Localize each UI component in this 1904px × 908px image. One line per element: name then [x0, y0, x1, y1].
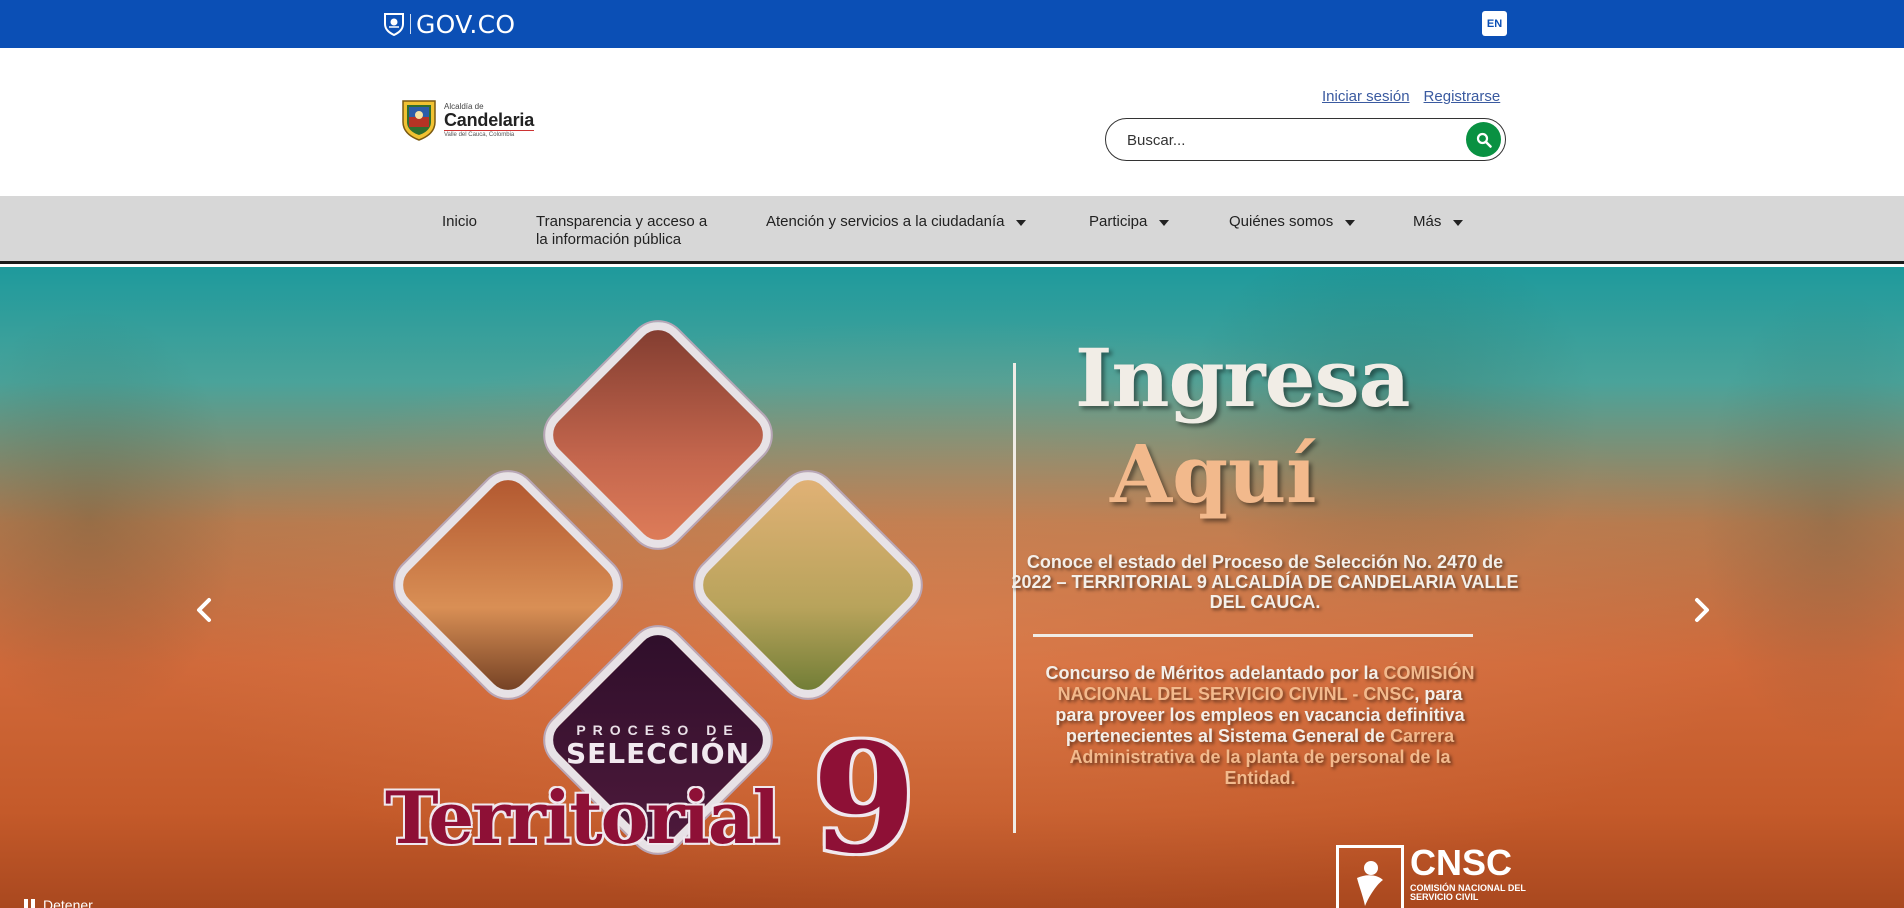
caret-down-icon	[1016, 220, 1027, 226]
territorial-label: Territorial	[385, 775, 780, 860]
nav-item-participa[interactable]: Participa	[1089, 213, 1170, 231]
nav-item-label: Transparencia y acceso a la información …	[536, 213, 708, 248]
chevron-left-icon[interactable]	[190, 595, 220, 625]
nav-item-label: Atención y servicios a la ciudadanía	[766, 213, 1005, 230]
pause-label: Detener	[43, 897, 93, 908]
search-button[interactable]	[1466, 122, 1501, 157]
nav-item-label: Participa	[1089, 213, 1148, 230]
nav-item-label: Quiénes somos	[1229, 213, 1334, 230]
main-navigation: Inicio Transparencia y acceso a la infor…	[0, 196, 1904, 264]
logo-line-2: Candelaria	[444, 109, 535, 130]
pause-icon	[24, 898, 35, 908]
cnsc-emblem-icon	[1336, 845, 1404, 908]
contest-info-part-1: Concurso de Méritos adelantado por la	[1045, 663, 1379, 683]
hero-background-glow	[0, 267, 1904, 908]
site-header: Alcaldía de Candelaria Valle del Cauca, …	[0, 48, 1904, 196]
nav-item-quienes-somos[interactable]: Quiénes somos	[1229, 213, 1356, 231]
nav-item-mas[interactable]: Más	[1413, 213, 1464, 231]
nav-item-atencion[interactable]: Atención y servicios a la ciudadanía	[766, 213, 1027, 231]
cnsc-full-name: COMISIÓN NACIONAL DEL SERVICIO CIVIL	[1410, 883, 1526, 902]
logo-line-3: Valle del Cauca, Colombia	[444, 129, 535, 138]
territorial-number: 9	[812, 711, 917, 887]
carousel-pause-button[interactable]: Detener	[24, 897, 93, 908]
contest-info-text: Concurso de Méritos adelantado por la CO…	[1040, 663, 1480, 789]
govco-top-bar: GOV.CO EN	[0, 0, 1904, 48]
seleccion-label: SELECCIÓN	[565, 737, 750, 770]
language-toggle-button[interactable]: EN	[1482, 11, 1507, 36]
nav-item-label: Más	[1413, 213, 1442, 230]
proceso-label: PROCESO DE	[576, 722, 740, 738]
search-icon	[1476, 132, 1492, 148]
caret-down-icon	[1453, 220, 1464, 226]
cnsc-logo: CNSC COMISIÓN NACIONAL DEL SERVICIO CIVI…	[1336, 845, 1529, 908]
alcaldia-logo[interactable]: Alcaldía de Candelaria Valle del Cauca, …	[400, 98, 540, 142]
auth-links: Iniciar sesión Registrarse	[1322, 88, 1500, 105]
nav-item-label: Inicio	[442, 213, 478, 230]
govco-separator	[410, 14, 411, 34]
govco-brand: GOV.CO	[416, 9, 516, 39]
search-box	[1105, 118, 1506, 161]
hero-carousel: PROCESO DE SELECCIÓN Territorial 9 Ingre…	[0, 267, 1904, 908]
cnsc-acronym: CNSC	[1410, 842, 1513, 883]
process-info-text: Conoce el estado del Proceso de Selecció…	[1011, 552, 1519, 612]
search-input[interactable]	[1127, 129, 1457, 151]
coat-of-arms-icon	[402, 100, 436, 141]
horizontal-divider	[1033, 634, 1473, 637]
colombia-shield-icon	[384, 13, 404, 36]
nav-item-inicio[interactable]: Inicio	[442, 213, 477, 231]
caret-down-icon	[1345, 220, 1356, 226]
chevron-right-icon[interactable]	[1686, 595, 1716, 625]
caret-down-icon	[1159, 220, 1170, 226]
login-link[interactable]: Iniciar sesión	[1322, 88, 1410, 105]
nav-item-transparencia[interactable]: Transparencia y acceso a la información …	[536, 213, 721, 249]
govco-logo[interactable]: GOV.CO	[383, 9, 516, 39]
register-link[interactable]: Registrarse	[1424, 88, 1501, 105]
headline-aqui[interactable]: Aquí	[1110, 427, 1317, 521]
headline-ingresa[interactable]: Ingresa	[1075, 331, 1410, 425]
